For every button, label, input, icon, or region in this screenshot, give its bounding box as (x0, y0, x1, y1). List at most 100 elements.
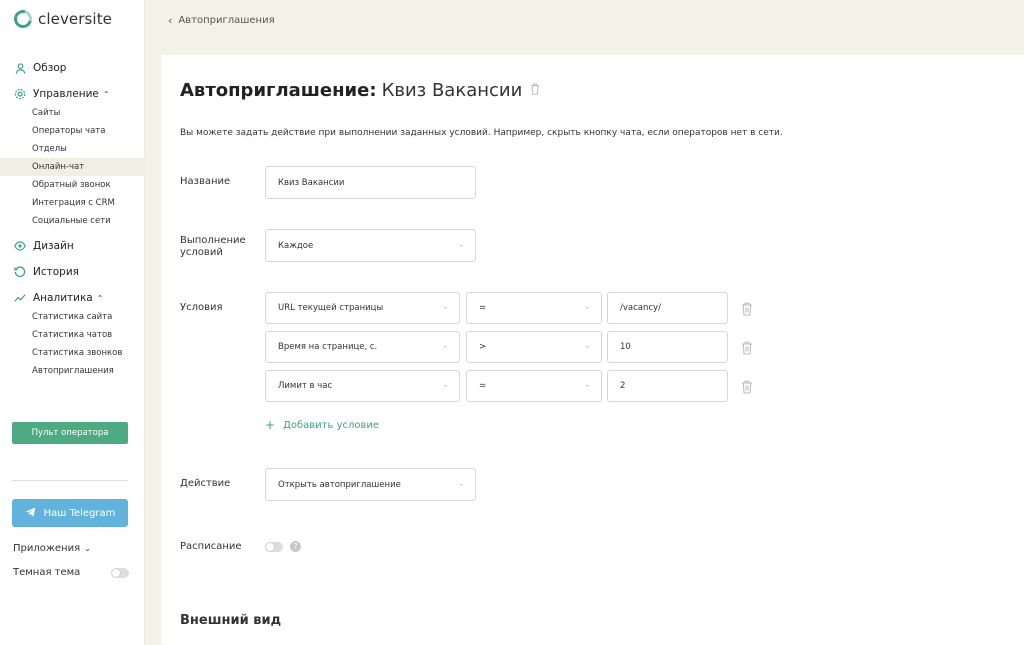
schedule-toggle[interactable] (265, 542, 283, 552)
condition-operator-select[interactable]: = - (466, 370, 602, 402)
sidebar-subitem-callback[interactable]: Обратный звонок (0, 176, 145, 194)
trash-icon[interactable] (741, 380, 753, 394)
sidebar-subitem-departments[interactable]: Отделы (0, 140, 145, 158)
sidebar-item-label: Аналитика (33, 292, 93, 304)
execution-label-line1: Выполнение (180, 235, 246, 246)
condition-value: 10 (620, 342, 631, 352)
condition-field-select[interactable]: Лимит в час - (265, 370, 460, 402)
sidebar-subitem-chat-operators[interactable]: Операторы чата (0, 122, 145, 140)
condition-field-select[interactable]: URL текущей страницы - (265, 292, 460, 324)
sidebar-nav: Обзор Управление ⌃ Сайты Операторы чата … (0, 58, 145, 380)
sidebar: cleversite Обзор Управление ⌃ Сайты Опер… (0, 0, 145, 645)
sidebar-divider (12, 480, 128, 481)
breadcrumb-label: Автоприглашения (178, 15, 275, 26)
sidebar-item-overview[interactable]: Обзор (0, 58, 145, 78)
dropdown-icon: - (585, 303, 589, 313)
dark-theme-row: Темная тема (13, 567, 129, 578)
dropdown-icon: - (585, 381, 589, 391)
name-label: Название (180, 176, 231, 187)
sidebar-subitem-social[interactable]: Социальные сети (0, 212, 145, 230)
chevron-up-icon: ⌃ (102, 89, 110, 99)
trash-icon[interactable] (741, 341, 753, 355)
plus-icon: + (265, 418, 276, 432)
eye-icon (14, 240, 26, 252)
telegram-button-label: Наш Telegram (43, 507, 116, 519)
execution-label: Выполнение условий (180, 235, 246, 259)
sidebar-subitem-autoinvites[interactable]: Автоприглашения (0, 362, 145, 380)
chevron-left-icon: ‹ (168, 14, 173, 27)
dropdown-icon: - (585, 342, 589, 352)
sidebar-item-label: Обзор (33, 62, 67, 74)
sidebar-item-management[interactable]: Управление ⌃ (0, 84, 145, 104)
name-input[interactable]: Квиз Вакансии (265, 166, 476, 199)
dropdown-icon: - (459, 240, 463, 251)
dropdown-icon: - (443, 303, 447, 313)
condition-field-value: Лимит в час (278, 381, 333, 391)
dropdown-icon: - (459, 479, 463, 490)
history-icon (14, 266, 26, 278)
user-icon (14, 62, 26, 74)
condition-operator-value: > (479, 342, 487, 352)
sidebar-subitem-sites[interactable]: Сайты (0, 104, 145, 122)
condition-value: /vacancy/ (620, 303, 661, 313)
condition-value-input[interactable]: 2 (607, 370, 728, 402)
breadcrumb[interactable]: ‹ Автоприглашения (168, 14, 275, 27)
condition-field-value: Время на странице, с. (278, 342, 378, 352)
sidebar-subitem-crm[interactable]: Интеграция с CRM (0, 194, 145, 212)
condition-value: 2 (620, 381, 626, 391)
apps-menu[interactable]: Приложения ⌄ (13, 543, 91, 554)
appearance-section-title: Внешний вид (180, 613, 282, 628)
chart-line-icon (14, 292, 26, 304)
sidebar-item-label: Дизайн (33, 240, 74, 252)
help-icon[interactable]: ? (290, 541, 301, 552)
dark-theme-label: Темная тема (13, 567, 81, 578)
operator-console-button[interactable]: Пульт оператора (12, 422, 128, 444)
sidebar-item-analytics[interactable]: Аналитика ⌃ (0, 288, 145, 308)
dropdown-icon: - (443, 342, 447, 352)
condition-operator-value: = (479, 381, 487, 391)
condition-operator-select[interactable]: > - (466, 331, 602, 363)
add-condition-label: Добавить условие (283, 419, 380, 431)
trash-icon[interactable] (741, 302, 753, 316)
telegram-icon (25, 507, 36, 520)
page-title-name: Квиз Вакансии (381, 80, 523, 101)
condition-value-input[interactable]: /vacancy/ (607, 292, 728, 324)
sidebar-item-label: Управление (33, 88, 99, 100)
logo[interactable]: cleversite (10, 6, 113, 32)
action-select[interactable]: Открыть автоприглашение - (265, 468, 476, 501)
execution-label-line2: условий (180, 247, 223, 258)
condition-operator-select[interactable]: = - (466, 292, 602, 324)
logo-text: cleversite (38, 10, 113, 28)
page-title-prefix: Автоприглашение: (180, 80, 377, 101)
chevron-up-icon: ⌃ (96, 293, 104, 303)
sidebar-item-history[interactable]: История (0, 262, 145, 282)
sidebar-subitem-call-stats[interactable]: Статистика звонков (0, 344, 145, 362)
action-label: Действие (180, 478, 231, 489)
apps-label: Приложения (13, 543, 81, 554)
sidebar-item-design[interactable]: Дизайн (0, 236, 145, 256)
trash-icon[interactable] (530, 83, 540, 99)
chevron-down-icon: ⌄ (84, 544, 91, 553)
add-condition-button[interactable]: + Добавить условие (265, 418, 379, 432)
telegram-button[interactable]: Наш Telegram (12, 499, 128, 527)
condition-field-select[interactable]: Время на странице, с. - (265, 331, 460, 363)
form-description: Вы можете задать действие при выполнении… (180, 128, 783, 138)
sidebar-subitem-chat-stats[interactable]: Статистика чатов (0, 326, 145, 344)
action-select-value: Открыть автоприглашение (278, 479, 401, 490)
condition-value-input[interactable]: 10 (607, 331, 728, 363)
sidebar-subitem-site-stats[interactable]: Статистика сайта (0, 308, 145, 326)
name-input-value: Квиз Вакансии (278, 177, 345, 188)
page-title: Автоприглашение: Квиз Вакансии (180, 80, 540, 101)
conditions-label: Условия (180, 302, 223, 313)
condition-operator-value: = (479, 303, 487, 313)
execution-select-value: Каждое (278, 240, 314, 251)
dropdown-icon: - (443, 381, 447, 391)
condition-field-value: URL текущей страницы (278, 303, 384, 313)
schedule-label: Расписание (180, 541, 242, 552)
gear-icon (14, 88, 26, 100)
sidebar-subitem-online-chat[interactable]: Онлайн-чат (0, 158, 145, 176)
logo-icon (10, 6, 36, 32)
autoinvite-form-card: Автоприглашение: Квиз Вакансии Вы можете… (161, 55, 1024, 645)
dark-theme-toggle[interactable] (111, 567, 129, 578)
execution-select[interactable]: Каждое - (265, 229, 476, 262)
